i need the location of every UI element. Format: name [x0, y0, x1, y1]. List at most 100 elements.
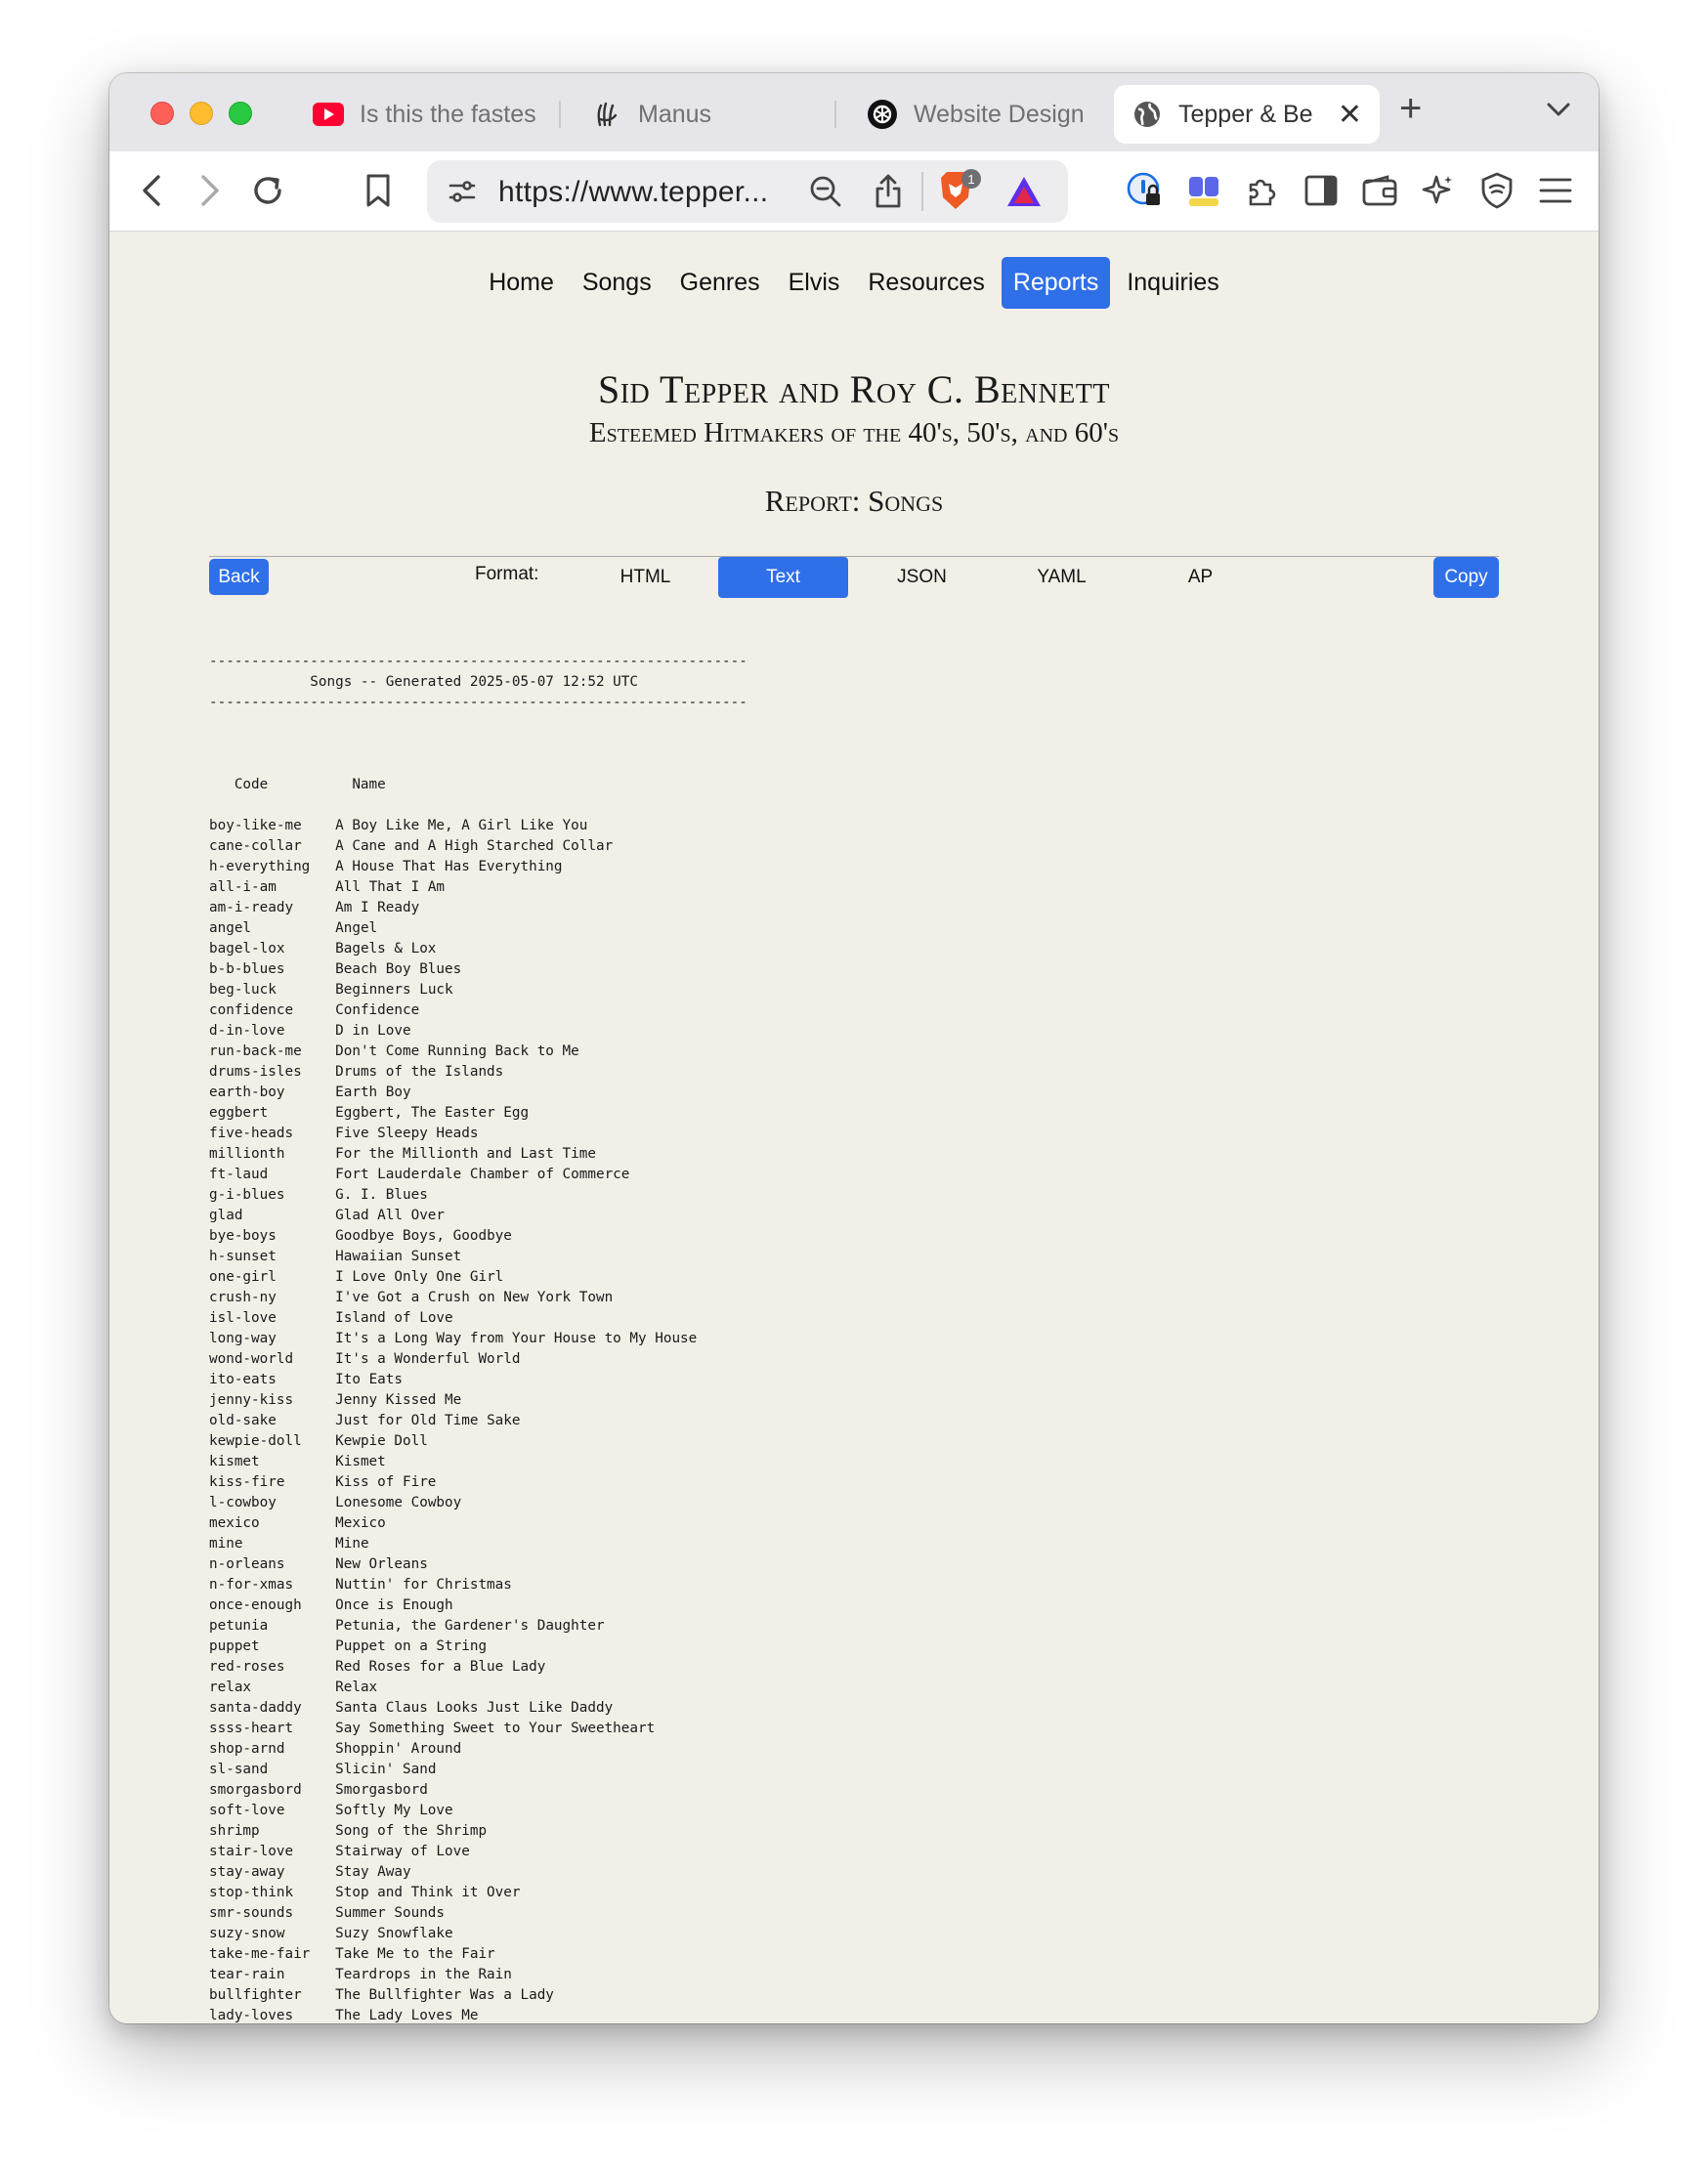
song-spacer	[293, 1844, 335, 1859]
report-title: Report: Songs	[764, 484, 944, 518]
forward-arrow-icon[interactable]	[191, 171, 230, 210]
song-name: Beginners Luck	[335, 982, 453, 998]
vpn-shield-icon[interactable]	[1477, 171, 1516, 210]
song-name: Red Roses for a Blue Lady	[335, 1659, 546, 1675]
close-window-button[interactable]	[150, 102, 174, 125]
song-code: run-back-me	[209, 1043, 302, 1059]
nav-songs[interactable]: Songs	[571, 257, 663, 309]
wallet-icon[interactable]	[1360, 171, 1399, 210]
format-text-button[interactable]: Text	[718, 557, 848, 598]
divider	[921, 172, 923, 211]
extensions-icon[interactable]	[1243, 171, 1282, 210]
song-name: Kismet	[335, 1454, 386, 1469]
brave-shields-icon[interactable]: 1	[935, 168, 982, 218]
song-row: soft-love Softly My Love	[209, 1801, 747, 1821]
tab-groups-icon[interactable]	[1184, 171, 1223, 210]
song-row: am-i-ready Am I Ready	[209, 898, 747, 918]
song-list: boy-like-me A Boy Like Me, A Girl Like Y…	[209, 816, 747, 2023]
bookmark-icon[interactable]	[359, 171, 398, 210]
song-name: Stop and Think it Over	[335, 1885, 521, 1900]
song-code: ito-eats	[209, 1372, 277, 1387]
back-button[interactable]: Back	[209, 559, 269, 595]
format-yaml-button[interactable]: YAML	[997, 557, 1127, 598]
nav-home[interactable]: Home	[477, 257, 566, 309]
close-tab-icon[interactable]: ✕	[1338, 98, 1362, 132]
tab-chatgpt[interactable]: Website Design	[849, 85, 1113, 144]
zoom-out-icon[interactable]	[809, 175, 842, 213]
song-name: Fort Lauderdale Chamber of Commerce	[335, 1167, 630, 1182]
song-code: one-girl	[209, 1269, 277, 1285]
song-row: crush-ny I've Got a Crush on New York To…	[209, 1288, 747, 1308]
nav-reports[interactable]: Reports	[1001, 257, 1111, 309]
song-code: beg-luck	[209, 982, 277, 998]
tab-separator	[834, 101, 836, 128]
song-spacer	[284, 1556, 335, 1572]
song-row: five-heads Five Sleepy Heads	[209, 1124, 747, 1144]
nav-inquiries[interactable]: Inquiries	[1115, 257, 1231, 309]
song-spacer	[293, 1885, 335, 1900]
nav-elvis[interactable]: Elvis	[777, 257, 852, 309]
song-spacer	[293, 900, 335, 915]
song-spacer	[302, 1064, 335, 1080]
song-spacer	[293, 1351, 335, 1367]
song-row: bye-boys Goodbye Boys, Goodbye	[209, 1226, 747, 1247]
song-row: angel Angel	[209, 918, 747, 939]
tab-manus[interactable]: Manus	[574, 85, 837, 144]
format-ap-button[interactable]: AP	[1135, 557, 1265, 598]
song-spacer	[277, 1331, 335, 1346]
song-spacer	[284, 1084, 335, 1100]
song-code: angel	[209, 920, 252, 936]
song-name: A Boy Like Me, A Girl Like You	[335, 818, 588, 833]
song-spacer	[302, 818, 335, 833]
song-code: kewpie-doll	[209, 1433, 302, 1449]
format-html-button[interactable]: HTML	[580, 557, 710, 598]
song-row: stop-think Stop and Think it Over	[209, 1883, 747, 1903]
song-spacer	[251, 1680, 335, 1695]
share-icon[interactable]	[874, 172, 903, 214]
chevron-down-icon[interactable]	[1546, 93, 1571, 124]
tab-youtube[interactable]: Is this the fastes	[295, 85, 559, 144]
song-row: petunia Petunia, the Gardener's Daughter	[209, 1616, 747, 1637]
song-code: am-i-ready	[209, 900, 294, 915]
song-code: smorgasbord	[209, 1782, 302, 1798]
zoom-window-button[interactable]	[229, 102, 252, 125]
song-row: kewpie-doll Kewpie Doll	[209, 1431, 747, 1452]
song-row: take-me-fair Take Me to the Fair	[209, 1944, 747, 1965]
song-name: Mexico	[335, 1515, 386, 1531]
song-code: bye-boys	[209, 1228, 277, 1244]
address-bar[interactable]: https://www.tepper... 1	[427, 160, 1068, 223]
sidebar-icon[interactable]	[1302, 171, 1341, 210]
song-spacer	[277, 879, 335, 895]
brave-rewards-icon[interactable]	[1005, 175, 1043, 213]
minimize-window-button[interactable]	[190, 102, 213, 125]
song-row: eggbert Eggbert, The Easter Egg	[209, 1103, 747, 1124]
tab-title: Manus	[638, 100, 712, 128]
song-code: soft-love	[209, 1803, 285, 1818]
song-code: ssss-heart	[209, 1721, 294, 1736]
reload-icon[interactable]	[248, 171, 287, 210]
song-name: A Cane and A High Starched Collar	[335, 838, 614, 854]
song-name: Glad All Over	[335, 1208, 446, 1223]
nav-resources[interactable]: Resources	[856, 257, 997, 309]
tab-title: Website Design	[914, 100, 1085, 128]
format-json-button[interactable]: JSON	[857, 557, 987, 598]
menu-icon[interactable]	[1536, 171, 1575, 210]
copy-button[interactable]: Copy	[1433, 557, 1499, 598]
brave-badge-count: 1	[967, 172, 974, 187]
song-code: mine	[209, 1536, 243, 1552]
song-row: relax Relax	[209, 1678, 747, 1698]
site-settings-icon[interactable]	[447, 176, 478, 212]
new-tab-icon[interactable]: +	[1399, 87, 1422, 131]
password-manager-icon[interactable]	[1126, 171, 1165, 210]
leo-ai-icon[interactable]	[1419, 171, 1458, 210]
report-dash-line: ----------------------------------------…	[209, 654, 747, 669]
manus-icon	[591, 99, 622, 130]
song-spacer	[242, 1536, 335, 1552]
song-spacer	[251, 920, 335, 936]
song-code: petunia	[209, 1618, 269, 1634]
nav-genres[interactable]: Genres	[668, 257, 772, 309]
song-name: D in Love	[335, 1023, 411, 1039]
tab-tepper-bennett[interactable]: Tepper & Be ✕	[1114, 85, 1380, 144]
back-arrow-icon[interactable]	[132, 171, 171, 210]
song-row: drums-isles Drums of the Islands	[209, 1062, 747, 1083]
